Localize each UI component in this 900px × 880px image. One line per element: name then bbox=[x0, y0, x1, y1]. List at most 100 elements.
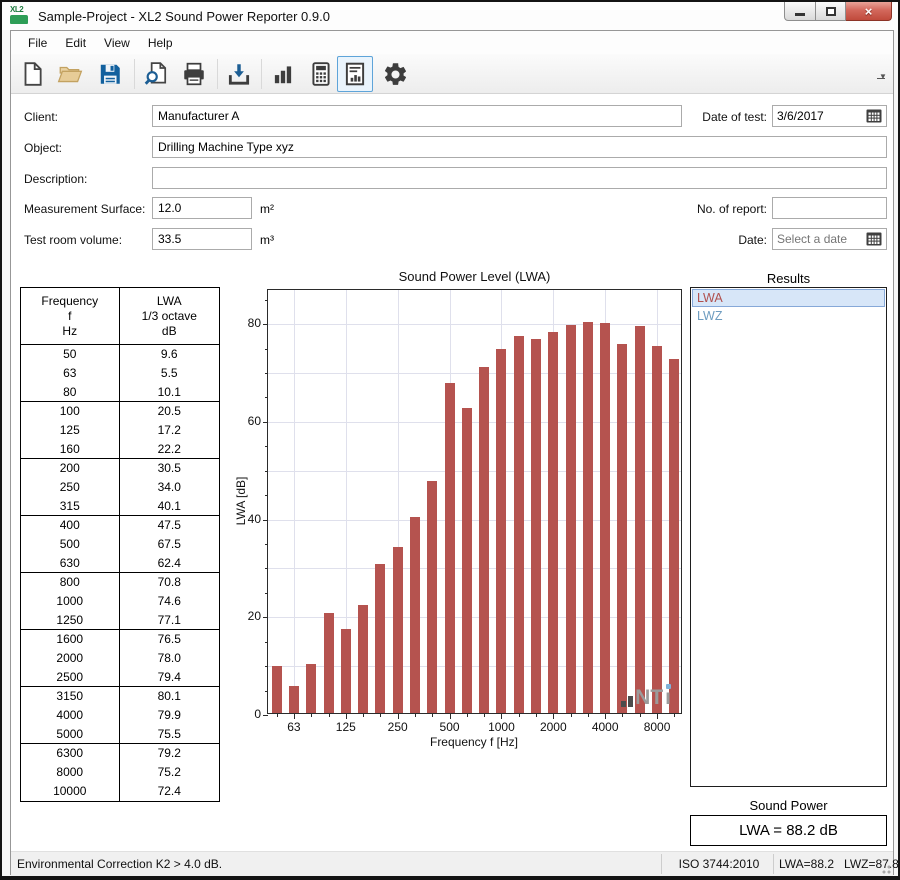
result-item-lwz[interactable]: LWZ bbox=[692, 307, 885, 325]
date-of-test-calendar-button[interactable] bbox=[862, 106, 886, 126]
close-button[interactable]: × bbox=[846, 2, 892, 21]
test-room-volume-label: Test room volume: bbox=[24, 233, 122, 247]
test-room-volume-input[interactable] bbox=[152, 228, 252, 250]
x-tick bbox=[311, 713, 312, 717]
date-field bbox=[772, 228, 887, 250]
x-tick bbox=[450, 713, 451, 719]
y-tick bbox=[265, 471, 268, 472]
lwa-cell: 72.4 bbox=[120, 782, 220, 801]
x-tick bbox=[294, 713, 295, 719]
x-tick-label: 2000 bbox=[533, 720, 573, 734]
frequency-cell: 630 bbox=[21, 554, 120, 572]
frequency-cell: 5000 bbox=[21, 725, 120, 743]
print-preview-button[interactable] bbox=[138, 56, 174, 92]
lwa-cell: 80.1 bbox=[120, 687, 220, 706]
chart-bar bbox=[635, 326, 645, 713]
menu-view[interactable]: View bbox=[95, 33, 139, 53]
y-tick bbox=[263, 520, 268, 521]
header-line: Hz bbox=[21, 324, 119, 339]
x-tick bbox=[536, 713, 537, 717]
table-row: 200078.0 bbox=[21, 649, 219, 668]
frequency-cell: 200 bbox=[21, 459, 120, 478]
date-calendar-button[interactable] bbox=[862, 229, 886, 249]
table-row: 16022.2 bbox=[21, 440, 219, 459]
app-icon: XL2 bbox=[10, 6, 32, 27]
open-folder-icon bbox=[57, 61, 83, 87]
status-separator bbox=[661, 854, 662, 874]
open-project-button[interactable] bbox=[52, 56, 88, 92]
date-of-test-input[interactable] bbox=[773, 106, 862, 126]
maximize-button[interactable] bbox=[816, 2, 846, 21]
table-row: 31540.1 bbox=[21, 497, 219, 516]
client-input[interactable] bbox=[152, 105, 682, 127]
new-document-button[interactable] bbox=[14, 56, 50, 92]
measurement-surface-input[interactable] bbox=[152, 197, 252, 219]
y-tick-label: 80 bbox=[235, 316, 261, 330]
toolbar-overflow-button[interactable]: ▼ bbox=[877, 74, 889, 80]
frequency-cell: 50 bbox=[21, 345, 120, 364]
frequency-cell: 100 bbox=[21, 402, 120, 421]
no-of-report-input[interactable] bbox=[772, 197, 887, 219]
nti-logo-i: ı bbox=[665, 689, 671, 707]
window-title: Sample-Project - XL2 Sound Power Reporte… bbox=[38, 9, 330, 24]
status-bar: Environmental Correction K2 > 4.0 dB. IS… bbox=[11, 851, 893, 876]
y-tick bbox=[265, 495, 268, 496]
lwa-cell: 67.5 bbox=[120, 535, 220, 554]
menu-help[interactable]: Help bbox=[139, 33, 182, 53]
print-button[interactable] bbox=[176, 56, 212, 92]
date-input[interactable] bbox=[773, 229, 862, 249]
calculator-view-button[interactable] bbox=[303, 56, 339, 92]
frequency-cell: 4000 bbox=[21, 706, 120, 725]
app-icon-text: XL2 bbox=[10, 6, 32, 14]
lwa-cell: 79.9 bbox=[120, 706, 220, 725]
status-message: Environmental Correction K2 > 4.0 dB. bbox=[17, 857, 222, 871]
toolbar-separator bbox=[261, 59, 262, 89]
save-project-button[interactable] bbox=[92, 56, 128, 92]
calendar-icon bbox=[866, 109, 882, 123]
settings-button[interactable] bbox=[377, 56, 413, 92]
x-tick bbox=[277, 713, 278, 717]
y-tick bbox=[263, 422, 268, 423]
object-input[interactable] bbox=[152, 136, 887, 158]
client-label: Client: bbox=[24, 110, 58, 124]
minimize-button[interactable] bbox=[784, 2, 816, 21]
table-row: 1000072.4 bbox=[21, 782, 219, 801]
table-row: 160076.5 bbox=[21, 630, 219, 649]
frequency-cell: 2000 bbox=[21, 649, 120, 668]
y-tick bbox=[265, 691, 268, 692]
lwa-cell: 79.4 bbox=[120, 668, 220, 686]
chart-bar bbox=[289, 686, 299, 713]
table-row: 400079.9 bbox=[21, 706, 219, 725]
y-tick bbox=[265, 397, 268, 398]
result-item-lwa[interactable]: LWA bbox=[692, 289, 885, 307]
frequency-cell: 400 bbox=[21, 516, 120, 535]
lwa-cell: 9.6 bbox=[120, 345, 220, 364]
chart-view-button[interactable] bbox=[265, 56, 301, 92]
table-row: 63062.4 bbox=[21, 554, 219, 573]
sound-power-value-box: LWA = 88.2 dB bbox=[690, 815, 887, 846]
results-list: LWALWZ bbox=[690, 287, 887, 787]
title-bar[interactable]: XL2 Sample-Project - XL2 Sound Power Rep… bbox=[2, 2, 898, 30]
chart-bar bbox=[669, 359, 679, 713]
report-view-button[interactable] bbox=[337, 56, 373, 92]
y-tick bbox=[265, 544, 268, 545]
header-line: f bbox=[21, 309, 119, 324]
import-measurement-button[interactable] bbox=[221, 56, 257, 92]
x-tick bbox=[674, 713, 675, 717]
gridline bbox=[268, 324, 681, 325]
lwa-cell: 74.6 bbox=[120, 592, 220, 611]
lwa-cell: 70.8 bbox=[120, 573, 220, 592]
minimize-icon bbox=[795, 13, 805, 16]
y-tick bbox=[265, 568, 268, 569]
lwa-cell: 79.2 bbox=[120, 744, 220, 763]
resize-grip[interactable] bbox=[879, 862, 891, 874]
table-row: 40047.5 bbox=[21, 516, 219, 535]
x-tick bbox=[640, 713, 641, 717]
menu-file[interactable]: File bbox=[19, 33, 56, 53]
y-tick bbox=[265, 300, 268, 301]
header-line: Frequency bbox=[21, 294, 119, 309]
chart-bar bbox=[531, 339, 541, 713]
description-input[interactable] bbox=[152, 167, 887, 189]
x-tick-label: 125 bbox=[326, 720, 366, 734]
menu-edit[interactable]: Edit bbox=[56, 33, 95, 53]
